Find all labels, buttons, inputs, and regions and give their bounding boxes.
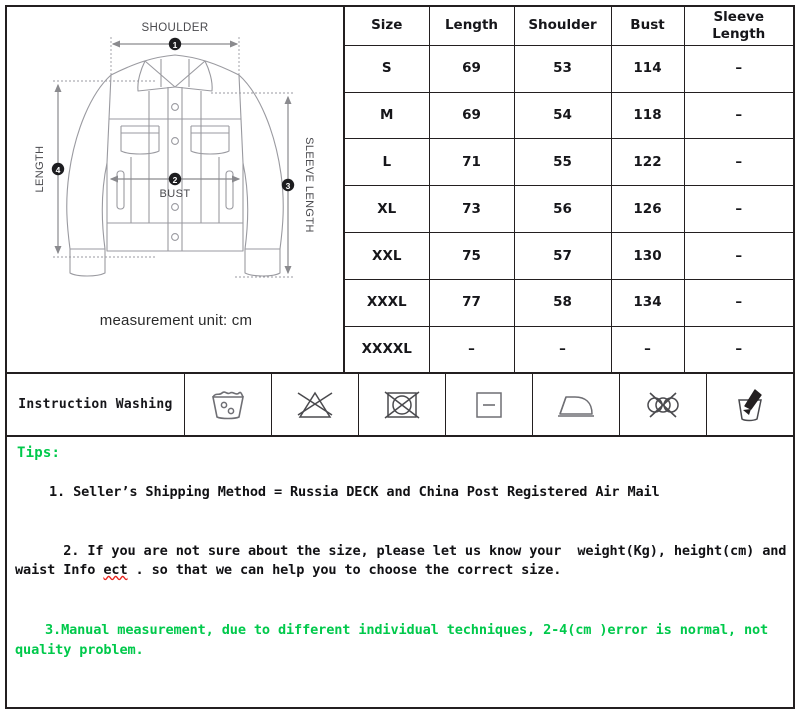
cell-size: XL	[345, 185, 430, 234]
tips-heading: Tips:	[17, 445, 61, 461]
cell-length: 69	[428, 92, 515, 140]
do-not-dry-clean-icon	[647, 391, 679, 418]
care-icon-cell	[707, 374, 793, 435]
cell-bust: 122	[610, 138, 685, 187]
washing-instruction-label-cell: Instruction Washing	[7, 374, 185, 435]
do-not-tumble-dry-icon	[384, 390, 420, 419]
iron-icon	[558, 395, 594, 417]
cell-bust: 118	[610, 92, 685, 140]
care-icon-cell	[446, 374, 533, 435]
table-row: M 69 54 118 –	[345, 92, 793, 140]
cell-bust: 126	[610, 185, 685, 234]
table-header-row: Size Length Shoulder Bust Sleeve Length	[345, 7, 793, 46]
diagram-marker-bust: 2	[173, 175, 178, 185]
garment-diagram-panel: SHOULDER 1 BUST 2 LENGTH 4 SLEEVE LENGTH…	[7, 7, 345, 372]
care-icon-cell	[185, 374, 272, 435]
table-row: XXXL 77 58 134 –	[345, 279, 793, 327]
care-icon-cell	[620, 374, 707, 435]
cell-length: 69	[428, 45, 515, 93]
hand-wash-brush-icon	[738, 388, 762, 421]
tip-2-text-part-2: . so that we can help you to choose the …	[127, 561, 562, 578]
cell-sleeve: –	[683, 232, 793, 280]
cell-sleeve: –	[683, 138, 793, 187]
care-icon-cell	[272, 374, 359, 435]
diagram-label-shoulder: SHOULDER	[141, 22, 208, 34]
cell-shoulder: 53	[513, 45, 612, 93]
washing-instructions-row: Instruction Washing	[7, 372, 793, 437]
cell-size: M	[345, 92, 430, 140]
table-row: S 69 53 114 –	[345, 45, 793, 93]
cell-bust: 130	[610, 232, 685, 280]
cell-size: XXXXL	[345, 326, 430, 372]
cell-bust: 114	[610, 45, 685, 93]
diagram-marker-sleeve-length: 3	[286, 181, 291, 191]
cell-bust: 134	[610, 279, 685, 327]
diagram-marker-shoulder: 1	[173, 40, 178, 50]
cell-length: 71	[428, 138, 515, 187]
tips-section: Tips: 1. Seller’s Shipping Method = Russ…	[7, 437, 793, 707]
tip-2-misspelled-word: ect	[103, 561, 128, 578]
cell-shoulder: 55	[513, 138, 612, 187]
diagram-label-sleeve-length: SLEEVE LENGTH	[303, 137, 315, 233]
cell-sleeve: –	[683, 279, 793, 327]
tip-item-manual-measurement: 3.Manual measurement, due to different i…	[15, 622, 777, 658]
care-icon-cell	[359, 374, 446, 435]
cell-shoulder: 54	[513, 92, 612, 140]
cell-size: L	[345, 138, 430, 187]
size-chart-document: SHOULDER 1 BUST 2 LENGTH 4 SLEEVE LENGTH…	[5, 5, 795, 709]
measurement-unit-caption: measurement unit: cm	[99, 312, 253, 329]
cell-length: –	[428, 326, 515, 372]
table-row: XXXXL – – – –	[345, 326, 793, 372]
diagram-marker-length: 4	[56, 165, 61, 175]
tip-item-shipping-method: 1. Seller’s Shipping Method = Russia DEC…	[49, 484, 660, 500]
jacket-measurement-diagram: SHOULDER 1 BUST 2 LENGTH 4 SLEEVE LENGTH…	[34, 22, 315, 278]
table-row: L 71 55 122 –	[345, 138, 793, 187]
size-table: Size Length Shoulder Bust Sleeve Length …	[345, 7, 793, 372]
cell-shoulder: –	[513, 326, 612, 372]
cell-sleeve: –	[683, 92, 793, 140]
care-icon-cell	[533, 374, 620, 435]
cell-shoulder: 56	[513, 185, 612, 234]
cell-shoulder: 57	[513, 232, 612, 280]
cell-size: S	[345, 45, 430, 93]
table-row: XL 73 56 126 –	[345, 185, 793, 234]
cell-sleeve: –	[683, 45, 793, 93]
cell-bust: –	[610, 326, 685, 372]
cell-size: XXXL	[345, 279, 430, 327]
column-header-size: Size	[345, 7, 430, 46]
diagram-label-length: LENGTH	[34, 145, 46, 192]
cell-length: 75	[428, 232, 515, 280]
column-header-sleeve-length: Sleeve Length	[683, 7, 793, 46]
top-section: SHOULDER 1 BUST 2 LENGTH 4 SLEEVE LENGTH…	[7, 7, 793, 372]
cell-length: 77	[428, 279, 515, 327]
column-header-shoulder: Shoulder	[513, 7, 612, 46]
size-table-container: Size Length Shoulder Bust Sleeve Length …	[345, 7, 793, 372]
dry-flat-icon	[476, 391, 502, 418]
machine-wash-tub-icon	[212, 390, 244, 419]
diagram-label-bust: BUST	[160, 188, 191, 200]
column-header-bust: Bust	[610, 7, 685, 46]
cell-shoulder: 58	[513, 279, 612, 327]
cell-sleeve: –	[683, 185, 793, 234]
washing-instruction-label: Instruction Washing	[18, 397, 173, 412]
cell-length: 73	[428, 185, 515, 234]
tip-item-size-inquiry: 2. If you are not sure about the size, p…	[11, 522, 789, 599]
do-not-bleach-icon	[297, 391, 333, 418]
cell-size: XXL	[345, 232, 430, 280]
cell-sleeve: –	[683, 326, 793, 372]
column-header-length: Length	[428, 7, 515, 46]
table-row: XXL 75 57 130 –	[345, 232, 793, 280]
